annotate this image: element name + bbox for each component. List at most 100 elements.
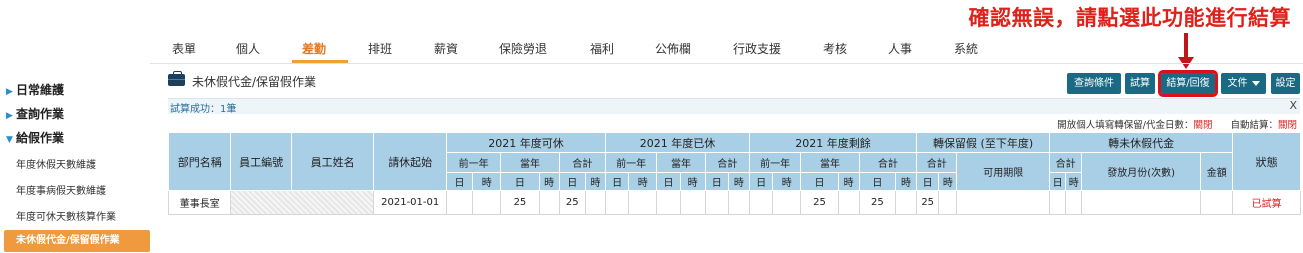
open-fill-label: 開放個人填寫轉保留/代金日數： (1057, 120, 1194, 131)
trial-calc-button[interactable]: 試算 (1125, 73, 1155, 94)
col-hour: 時 (837, 172, 860, 191)
cell-remain-curr-h (837, 190, 860, 215)
col-day: 日 (916, 172, 940, 191)
table-row[interactable]: 董事長室 2021-01-01 25 25 25 25 25 已試算 (167, 190, 1301, 215)
chevron-right-icon: ▶ (6, 87, 13, 97)
auto-settle-label: 自動結算： (1230, 120, 1278, 131)
col-day: 日 (748, 172, 774, 191)
nav-item-insurance[interactable]: 保險勞退 (499, 40, 547, 57)
cell-employee-redacted (230, 190, 375, 215)
caret-down-icon (1251, 80, 1260, 86)
col-taken-total: 合計 (704, 152, 750, 173)
cell-taken-curr-h (679, 190, 706, 215)
col-hour: 時 (1065, 172, 1083, 191)
auto-settle-toggle[interactable]: 關閉 (1278, 120, 1297, 131)
cell-retain-valid (956, 190, 1051, 215)
col-group-retain: 轉保留假 (至下年度) (916, 132, 1051, 153)
col-emp-name: 員工姓名 (290, 132, 375, 191)
cell-avail-curr-d: 25 (500, 190, 540, 215)
col-avail-total: 合計 (558, 152, 607, 173)
col-retain-valid: 可用期限 (956, 152, 1051, 191)
cell-start: 2021-01-01 (373, 190, 447, 215)
sidebar-group-daily[interactable]: ▶ 日常維護 (6, 81, 64, 98)
document-label: 文件 (1227, 78, 1248, 89)
nav-item-shift[interactable]: 排班 (368, 40, 392, 57)
col-day: 日 (605, 172, 630, 191)
nav-item-salary[interactable]: 薪資 (434, 40, 458, 57)
sidebar-item-unused-leave[interactable]: 未休假代金/保留假作業 (4, 230, 150, 252)
instruction-callout: 確認無誤，請點選此功能進行結算 (968, 5, 1291, 30)
cell-avail-tot-d: 25 (558, 190, 586, 215)
col-hour: 時 (538, 172, 560, 191)
open-fill-toggle[interactable]: 關閉 (1193, 120, 1212, 131)
col-avail-prev: 前一年 (445, 152, 502, 173)
col-taken-prev: 前一年 (605, 152, 658, 173)
cell-cash-amount (1200, 190, 1234, 215)
nav-item-attendance[interactable]: 差勤 (302, 40, 326, 57)
cell-taken-prev-d (605, 190, 630, 215)
sidebar-item-leave-calc[interactable]: 年度可休天數核算作業 (16, 208, 116, 223)
cell-taken-tot-d (704, 190, 729, 215)
top-nav: 表單 個人 差勤 排班 薪資 保險勞退 福利 公佈欄 行政支援 考核 人事 系統 (150, 40, 1303, 63)
nav-item-welfare[interactable]: 福利 (590, 40, 614, 57)
cell-remain-prev-d (748, 190, 774, 215)
col-hour: 時 (472, 172, 502, 191)
page-title: 未休假代金/保留假作業 (192, 75, 317, 89)
col-group-avail: 2021 年度可休 (445, 132, 607, 153)
col-status: 狀態 (1232, 132, 1301, 191)
cell-taken-prev-h (628, 190, 658, 215)
cell-cash-tot-d (1049, 190, 1067, 215)
col-remain-prev: 前一年 (748, 152, 802, 173)
settle-restore-button[interactable]: 結算/回復 (1158, 70, 1218, 97)
cell-dept: 董事長室 (167, 190, 232, 215)
query-conditions-button[interactable]: 查詢條件 (1067, 73, 1121, 94)
cell-remain-tot-d: 25 (858, 190, 896, 215)
col-day: 日 (1049, 172, 1067, 191)
nav-item-appraisal[interactable]: 考核 (823, 40, 847, 57)
nav-item-hr[interactable]: 人事 (888, 40, 912, 57)
col-cash-total: 合計 (1049, 152, 1083, 173)
nav-item-personal[interactable]: 個人 (236, 40, 260, 57)
col-day: 日 (558, 172, 586, 191)
cell-avail-prev-d (445, 190, 474, 215)
col-day: 日 (656, 172, 681, 191)
col-hour: 時 (679, 172, 706, 191)
sidebar-group-query[interactable]: ▶ 查詢作業 (6, 105, 64, 122)
cell-remain-curr-d: 25 (800, 190, 839, 215)
briefcase-icon (168, 71, 185, 86)
col-group-cash: 轉未休假代金 (1049, 132, 1234, 153)
nav-item-admin-support[interactable]: 行政支援 (733, 40, 781, 57)
col-avail-curr: 當年 (500, 152, 560, 173)
col-group-remain: 2021 年度剩餘 (748, 132, 918, 153)
col-day: 日 (500, 172, 540, 191)
col-hour: 時 (727, 172, 750, 191)
sidebar-item-annual-leave[interactable]: 年度休假天數維護 (16, 156, 96, 171)
col-day: 日 (445, 172, 474, 191)
nav-item-system[interactable]: 系統 (954, 40, 978, 57)
document-dropdown-button[interactable]: 文件 (1221, 73, 1266, 94)
close-icon[interactable]: X (1289, 99, 1297, 112)
col-emp-no: 員工編號 (230, 132, 292, 191)
cell-taken-tot-h (727, 190, 750, 215)
success-message: 試算成功：1筆 (170, 104, 237, 115)
col-cash-month: 發放月份(次數) (1081, 152, 1202, 191)
col-remain-total: 合計 (858, 152, 918, 173)
cell-cash-month (1081, 190, 1202, 215)
col-taken-curr: 當年 (656, 152, 706, 173)
col-retain-total: 合計 (916, 152, 958, 173)
options-row: 開放個人填寫轉保留/代金日數：關閉 自動結算：關閉 (1057, 117, 1297, 131)
nav-item-forms[interactable]: 表單 (172, 40, 196, 57)
cell-remain-prev-h (772, 190, 802, 215)
chevron-right-icon: ▶ (6, 111, 13, 121)
status-badge[interactable]: 已試算 (1232, 190, 1301, 215)
col-day: 日 (858, 172, 896, 191)
sidebar-group-leave[interactable]: ▼ 給假作業 (6, 129, 64, 146)
col-remain-curr: 當年 (800, 152, 860, 173)
nav-item-bulletin[interactable]: 公佈欄 (655, 40, 691, 57)
col-dept: 部門名稱 (167, 132, 232, 191)
col-hour: 時 (894, 172, 918, 191)
sidebar-item-sick-leave[interactable]: 年度事病假天數維護 (16, 182, 106, 197)
settings-button[interactable]: 設定 (1271, 73, 1300, 94)
col-start: 請休起始 (373, 132, 447, 191)
chevron-down-icon: ▼ (6, 135, 13, 145)
